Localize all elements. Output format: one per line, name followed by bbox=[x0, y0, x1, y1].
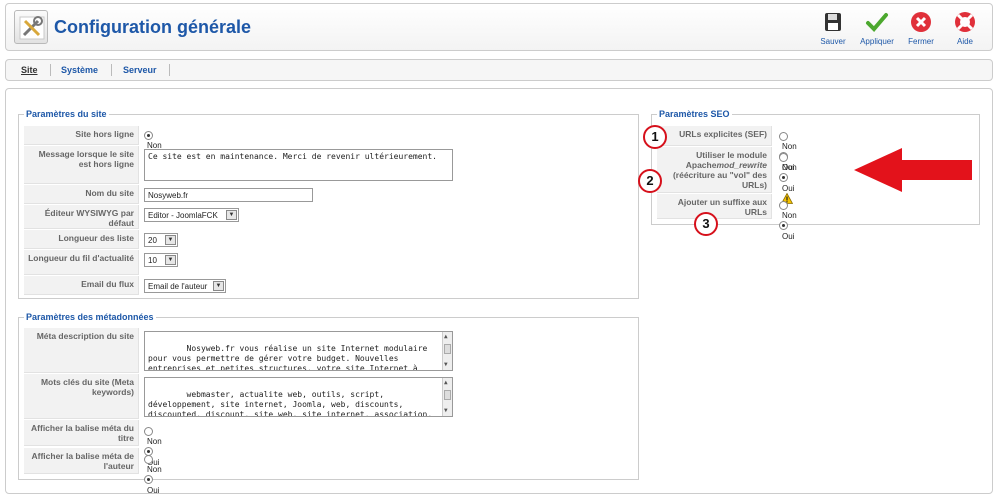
list-length-value: 20 bbox=[148, 236, 157, 245]
save-label: Sauver bbox=[820, 37, 846, 46]
tab-bar: Site Système Serveur bbox=[5, 59, 993, 81]
site-params-legend: Paramètres du site bbox=[24, 109, 109, 119]
toolbar: Sauver Appliquer Fermer Aide bbox=[810, 8, 986, 50]
meta-description-label: Méta description du site bbox=[24, 328, 139, 373]
chevron-down-icon: ▼ bbox=[165, 235, 176, 245]
show-author-yes-radio[interactable] bbox=[144, 475, 153, 485]
radio-label-yes: Oui bbox=[782, 231, 795, 241]
suffix-yes-radio[interactable] bbox=[779, 221, 788, 231]
site-name-input[interactable]: Nosyweb.fr bbox=[144, 188, 313, 202]
editor-label: Éditeur WYSIWYG par défaut bbox=[24, 205, 139, 229]
show-author-meta-radios: Non Oui bbox=[144, 454, 167, 495]
close-button[interactable]: Fermer bbox=[900, 8, 942, 50]
tab-site[interactable]: Site bbox=[21, 65, 38, 75]
checkmark-icon bbox=[866, 13, 888, 32]
floppy-icon bbox=[825, 13, 841, 31]
feed-email-label: Email du flux bbox=[24, 276, 139, 295]
offline-message-textarea[interactable]: Ce site est en maintenance. Merci de rev… bbox=[144, 149, 453, 181]
feed-length-select[interactable]: 10 ▼ bbox=[144, 253, 178, 267]
mod-rewrite-label-line1: Utiliser le module bbox=[696, 150, 767, 160]
site-params-fieldset: Paramètres du site Site hors ligne Non O… bbox=[18, 109, 639, 299]
meta-description-textarea[interactable]: Nosyweb.fr vous réalise un site Internet… bbox=[144, 331, 453, 371]
scrollbar-thumb[interactable] bbox=[444, 390, 451, 400]
red-arrow-left-icon bbox=[854, 148, 972, 192]
mod-rewrite-no-radio[interactable] bbox=[779, 153, 788, 163]
meta-keywords-text: webmaster, actualite web, outils, script… bbox=[148, 390, 433, 417]
cancel-icon bbox=[911, 12, 931, 32]
suffix-no-radio[interactable] bbox=[779, 201, 788, 211]
editor-select[interactable]: Editor - JoomlaFCK ▼ bbox=[144, 208, 239, 222]
radio-label-yes: Oui bbox=[782, 183, 795, 193]
meta-params-fieldset: Paramètres des métadonnées Méta descript… bbox=[18, 312, 639, 495]
mod-rewrite-label: Utiliser le module Apachemod_rewrite (ré… bbox=[657, 147, 772, 193]
feed-length-value: 10 bbox=[148, 256, 157, 265]
offline-message-label: Message lorsque le site est hors ligne bbox=[24, 146, 139, 184]
mod-rewrite-yes-radio[interactable] bbox=[779, 173, 788, 183]
offline-label: Site hors ligne bbox=[24, 126, 139, 145]
mod-rewrite-label-module: mod_rewrite bbox=[716, 160, 767, 170]
radio-label-no: Non bbox=[147, 465, 162, 475]
help-button[interactable]: Aide bbox=[944, 8, 986, 50]
chevron-down-icon: ▼ bbox=[165, 255, 176, 265]
editor-select-value: Editor - JoomlaFCK bbox=[148, 211, 218, 220]
lifebuoy-icon bbox=[955, 12, 975, 32]
sef-no-radio[interactable] bbox=[779, 132, 788, 142]
page-title: Configuration générale bbox=[54, 17, 252, 37]
list-length-select[interactable]: 20 ▼ bbox=[144, 233, 178, 247]
feed-length-label: Longueur du fil d'actualité bbox=[24, 250, 139, 275]
mod-rewrite-label-rest: (réécriture au "vol" des URLs) bbox=[672, 170, 767, 190]
show-author-no-radio[interactable] bbox=[144, 455, 153, 465]
scrollbar[interactable] bbox=[442, 332, 452, 370]
offline-no-radio[interactable] bbox=[144, 131, 153, 141]
feed-email-value: Email de l'auteur bbox=[148, 282, 208, 291]
meta-keywords-textarea[interactable]: webmaster, actualite web, outils, script… bbox=[144, 377, 453, 417]
feed-email-select[interactable]: Email de l'auteur ▼ bbox=[144, 279, 226, 293]
radio-label-no: Non bbox=[782, 142, 797, 152]
tab-separator bbox=[111, 64, 112, 76]
close-label: Fermer bbox=[908, 37, 934, 46]
tab-separator bbox=[50, 64, 51, 76]
tab-serveur[interactable]: Serveur bbox=[123, 65, 157, 75]
show-title-no-radio[interactable] bbox=[144, 427, 153, 437]
radio-label-no: Non bbox=[147, 437, 162, 447]
config-tools-icon bbox=[14, 10, 48, 44]
annotation-marker-1: 1 bbox=[643, 125, 667, 149]
tab-separator bbox=[169, 64, 170, 76]
radio-label-no: Non bbox=[782, 163, 797, 173]
header-bar: Configuration générale Sauver Appliquer … bbox=[5, 3, 993, 51]
seo-params-legend: Paramètres SEO bbox=[657, 109, 732, 119]
meta-params-legend: Paramètres des métadonnées bbox=[24, 312, 156, 322]
tab-systeme[interactable]: Système bbox=[61, 65, 98, 75]
radio-label-yes: Oui bbox=[147, 485, 160, 495]
chevron-down-icon: ▼ bbox=[213, 281, 224, 291]
list-length-label: Longueur des liste bbox=[24, 230, 139, 249]
meta-keywords-label: Mots clés du site (Meta keywords) bbox=[24, 374, 139, 419]
show-title-meta-label: Afficher la balise méta du titre bbox=[24, 420, 139, 446]
save-button[interactable]: Sauver bbox=[812, 8, 854, 50]
main-panel: Paramètres du site Site hors ligne Non O… bbox=[5, 88, 993, 495]
radio-label-no: Non bbox=[782, 211, 797, 221]
chevron-down-icon: ▼ bbox=[226, 210, 237, 220]
scrollbar-thumb[interactable] bbox=[444, 344, 451, 354]
mod-rewrite-radios: Non Oui bbox=[779, 152, 802, 204]
annotation-marker-2: 2 bbox=[638, 169, 662, 193]
sef-label: URLs explicites (SEF) bbox=[657, 126, 772, 146]
site-name-label: Nom du site bbox=[24, 185, 139, 204]
apply-button[interactable]: Appliquer bbox=[856, 8, 898, 50]
scrollbar[interactable] bbox=[442, 378, 452, 416]
meta-description-text: Nosyweb.fr vous réalise un site Internet… bbox=[148, 344, 428, 371]
show-author-meta-label: Afficher la balise méta de l'auteur bbox=[24, 448, 139, 474]
mod-rewrite-label-prefix: Apache bbox=[685, 160, 717, 170]
suffix-radios: Non Oui bbox=[779, 200, 802, 241]
help-label: Aide bbox=[956, 37, 973, 46]
annotation-marker-3: 3 bbox=[694, 212, 718, 236]
apply-label: Appliquer bbox=[860, 37, 894, 46]
